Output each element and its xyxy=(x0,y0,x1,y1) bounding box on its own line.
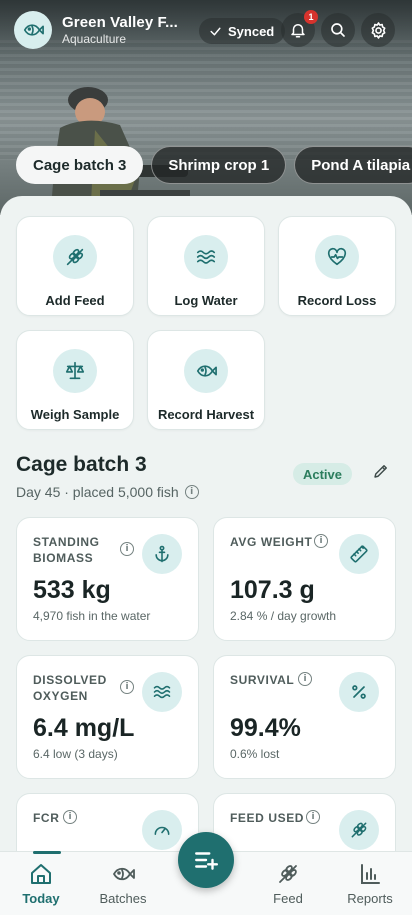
info-icon[interactable]: i xyxy=(306,810,320,824)
search-icon xyxy=(331,23,345,37)
status-badge: Active xyxy=(292,463,352,485)
record-harvest-label: Record Harvest xyxy=(157,407,255,422)
log-water-button[interactable]: Log Water xyxy=(147,216,265,316)
stat-card-survival[interactable]: SURVIVAL i 99.4% 0.6% lost xyxy=(213,655,396,779)
log-water-label: Log Water xyxy=(174,293,238,308)
quick-add-fab[interactable] xyxy=(178,832,234,888)
farm-name: Green Valley F... xyxy=(62,14,178,31)
fish-icon xyxy=(184,349,228,393)
settings-button[interactable] xyxy=(361,13,395,47)
sync-status-label: Synced xyxy=(228,23,275,39)
notifications-button[interactable]: 1 xyxy=(281,10,318,47)
batch-header: Cage batch 3 Day 45 · placed 5,000 fish … xyxy=(16,453,396,500)
record-loss-button[interactable]: Record Loss xyxy=(278,216,396,316)
info-icon[interactable]: i xyxy=(63,810,77,824)
batch-subtitle: Day 45 · placed 5,000 fish xyxy=(16,484,179,500)
stat-value: 6.4 mg/L xyxy=(33,714,135,742)
stat-card-fcr[interactable]: FCR i xyxy=(16,793,199,856)
water-icon xyxy=(142,672,182,712)
nav-label: Feed xyxy=(273,891,303,906)
info-icon[interactable]: i xyxy=(120,680,134,694)
active-indicator xyxy=(33,851,61,854)
farmer-photo xyxy=(50,87,190,215)
feed-icon xyxy=(53,235,97,279)
batch-tabs: Cage batch 3 Shrimp crop 1 Pond A tilapi… xyxy=(16,146,412,184)
stat-note: 0.6% lost xyxy=(230,747,280,761)
stat-value: 107.3 g xyxy=(230,576,315,604)
stat-value: 533 kg xyxy=(33,576,111,604)
stat-note: 6.4 low (3 days) xyxy=(33,747,118,761)
add-feed-button[interactable]: Add Feed xyxy=(16,216,134,316)
notification-badge: 1 xyxy=(304,10,318,24)
info-icon[interactable]: i xyxy=(120,542,134,556)
farm-selector[interactable]: Green Valley F... Aquaculture xyxy=(62,14,178,46)
stat-value: 99.4% xyxy=(230,714,301,742)
batch-subtitle-row: Day 45 · placed 5,000 fish i xyxy=(16,484,396,500)
info-icon[interactable]: i xyxy=(314,534,328,548)
feed-icon xyxy=(276,861,300,887)
nav-item-batches[interactable]: Batches xyxy=(88,852,158,915)
stat-label: FEED USED xyxy=(230,811,305,825)
scale-icon xyxy=(53,349,97,393)
stat-note: 2.84 % / day growth xyxy=(230,609,337,623)
ruler-icon xyxy=(339,534,379,574)
stat-label: SURVIVAL xyxy=(230,673,295,687)
heart-pulse-icon xyxy=(315,235,359,279)
nav-label: Today xyxy=(22,891,60,906)
weigh-sample-label: Weigh Sample xyxy=(30,407,120,422)
stat-note: 4,970 fish in the water xyxy=(33,609,151,623)
tab-cage-batch-3[interactable]: Cage batch 3 xyxy=(16,146,144,184)
nav-label: Batches xyxy=(99,891,147,906)
home-icon xyxy=(29,861,53,887)
bar-chart-icon xyxy=(358,861,382,887)
content-sheet: Add Feed Log Water Record Loss Weigh Sam… xyxy=(0,196,412,856)
search-button[interactable] xyxy=(321,13,355,47)
nav-item-feed[interactable]: Feed xyxy=(253,852,323,915)
sync-status-chip[interactable]: Synced xyxy=(199,18,286,44)
tab-pond-a-tilapia[interactable]: Pond A tilapia xyxy=(294,146,412,184)
anchor-icon xyxy=(142,534,182,574)
gear-icon xyxy=(371,21,385,39)
add-list-icon xyxy=(195,852,219,870)
stat-card-dissolved-oxygen[interactable]: DISSOLVED OXYGEN i 6.4 mg/L 6.4 low (3 d… xyxy=(16,655,199,779)
stat-card-feed-used[interactable]: FEED USED i xyxy=(213,793,396,856)
record-loss-label: Record Loss xyxy=(297,293,377,308)
edit-batch-button[interactable] xyxy=(372,462,390,485)
info-icon[interactable]: i xyxy=(184,485,199,499)
percent-icon xyxy=(339,672,379,712)
top-bar: Green Valley F... Aquaculture Synced 1 xyxy=(14,10,398,50)
stat-label: FCR xyxy=(33,811,60,825)
tab-shrimp-crop-1[interactable]: Shrimp crop 1 xyxy=(151,146,287,184)
farm-type: Aquaculture xyxy=(62,32,127,46)
pencil-icon xyxy=(374,465,387,478)
bell-icon xyxy=(291,24,305,38)
nav-item-reports[interactable]: Reports xyxy=(335,852,405,915)
feed-icon xyxy=(339,810,379,850)
hero-banner: Green Valley F... Aquaculture Synced 1 C… xyxy=(0,0,412,215)
record-harvest-button[interactable]: Record Harvest xyxy=(147,330,265,430)
gauge-icon xyxy=(142,810,182,850)
fish-icon xyxy=(110,861,136,887)
nav-item-today[interactable]: Today xyxy=(6,851,76,915)
stat-card-standing-biomass[interactable]: STANDING BIOMASS i 533 kg 4,970 fish in … xyxy=(16,517,199,641)
water-icon xyxy=(184,235,228,279)
weigh-sample-button[interactable]: Weigh Sample xyxy=(16,330,134,430)
add-feed-label: Add Feed xyxy=(45,293,105,308)
stat-card-avg-weight[interactable]: AVG WEIGHT i 107.3 g 2.84 % / day growth xyxy=(213,517,396,641)
nav-label: Reports xyxy=(347,891,393,906)
info-icon[interactable]: i xyxy=(298,672,312,686)
check-icon xyxy=(210,27,221,35)
fish-logo-icon[interactable] xyxy=(14,11,52,49)
